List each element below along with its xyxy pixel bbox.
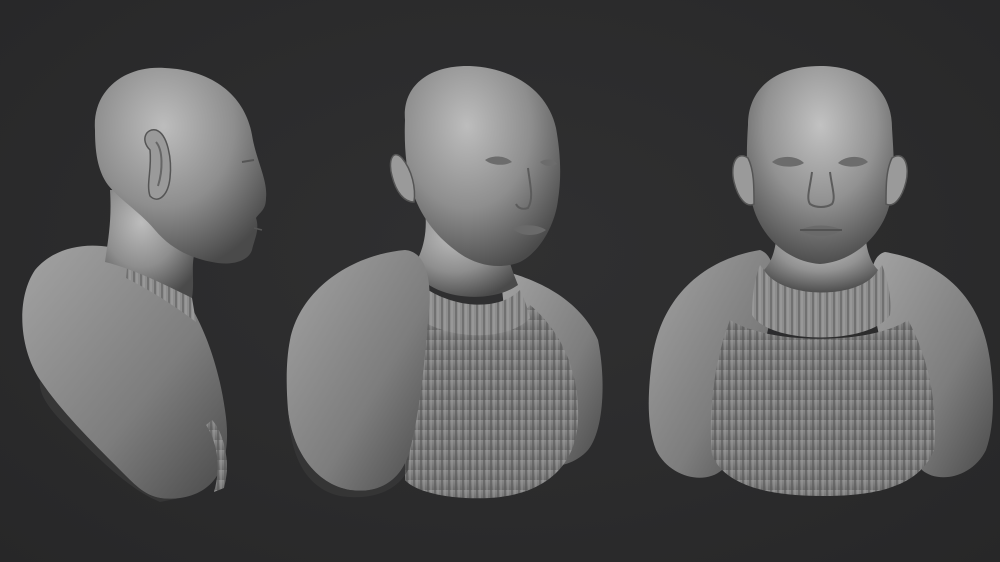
sculpt-viewport bbox=[0, 0, 1000, 562]
render-canvas bbox=[22, 65, 993, 502]
bust-front-view bbox=[648, 66, 993, 496]
bust-three-quarter-view bbox=[286, 65, 603, 499]
bust-side-view bbox=[22, 67, 267, 502]
